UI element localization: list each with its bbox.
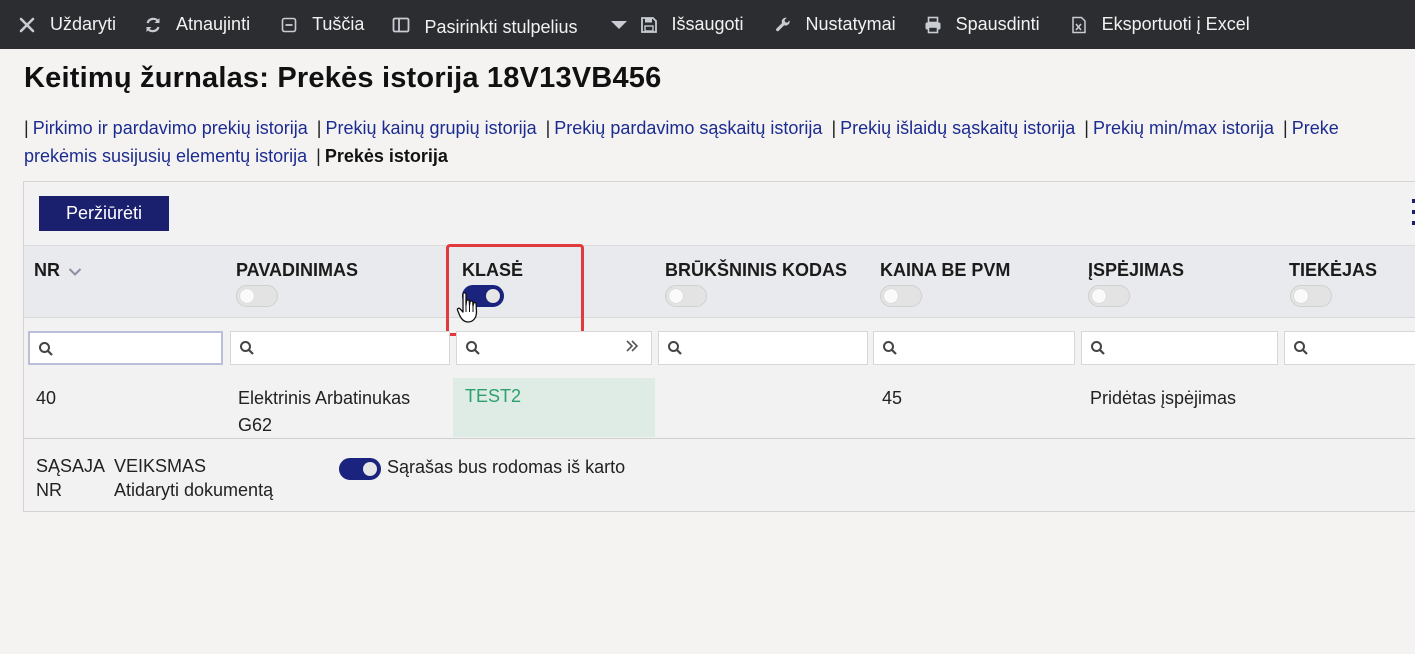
toggle-barcode-column[interactable] <box>665 285 707 307</box>
link-expense-invoice-history[interactable]: Prekių išlaidų sąskaitų istorija <box>840 118 1075 138</box>
column-header-price[interactable]: KAINA BE PVM <box>880 260 1010 281</box>
toggle-price-column[interactable] <box>880 285 922 307</box>
column-header-name[interactable]: PAVADINIMAS <box>236 260 358 281</box>
filter-input-price[interactable] <box>873 331 1075 365</box>
refresh-icon <box>142 14 164 36</box>
view-button[interactable]: Peržiūrėti <box>39 196 169 231</box>
footer-action-label: VEIKSMAS <box>114 456 207 476</box>
columns-icon <box>390 14 412 36</box>
link-separator: | <box>831 118 837 138</box>
table-row[interactable]: 40 Elektrinis Arbatinukas G62 TEST2 45 P… <box>24 377 1415 439</box>
clear-label: Tuščia <box>312 14 365 34</box>
select-columns-label: Pasirinkti stulpelius <box>424 17 578 37</box>
filter-row <box>24 319 1415 375</box>
footer-row: SĄSAJA NR VEIKSMAS Atidaryti dokumentą S… <box>24 440 1415 512</box>
footer-link-label: SĄSAJA NR <box>36 454 105 502</box>
export-excel-button[interactable]: Eksportuoti į Excel <box>1068 0 1250 49</box>
column-header-warning[interactable]: ĮSPĖJIMAS <box>1088 260 1184 281</box>
filter-input-nr[interactable] <box>28 331 223 365</box>
link-separator: | <box>1283 118 1288 138</box>
cell-warning: Pridėtas įspėjimas <box>1090 388 1237 408</box>
footer-action: VEIKSMAS Atidaryti dokumentą <box>114 454 273 502</box>
clear-icon <box>278 14 300 36</box>
save-icon <box>638 14 660 36</box>
columns-dropdown-button[interactable] <box>608 0 638 49</box>
search-icon <box>668 341 682 355</box>
column-header-nr[interactable]: NR <box>34 260 82 281</box>
search-icon <box>39 342 53 356</box>
link-separator: | <box>316 118 322 138</box>
filter-input-class[interactable] <box>456 331 652 365</box>
search-icon <box>1091 341 1105 355</box>
save-label: Išsaugoti <box>671 14 744 34</box>
print-icon <box>922 14 944 36</box>
filter-input-warning[interactable] <box>1081 331 1278 365</box>
link-sales-invoice-history[interactable]: Prekių pardavimo sąskaitų istorija <box>554 118 822 138</box>
link-price-group-history[interactable]: Prekių kainų grupių istorija <box>325 118 536 138</box>
settings-label: Nustatymai <box>805 14 896 34</box>
double-chevron-right-icon[interactable] <box>625 336 639 359</box>
link-related-items-history-cont[interactable]: prekėmis susijusių elementų istorija <box>24 146 307 166</box>
search-icon <box>466 341 480 355</box>
link-current-item-history: Prekės istorija <box>324 146 448 166</box>
link-separator: | <box>24 118 29 138</box>
link-purchase-sales-history[interactable]: Pirkimo ir pardavimo prekių istorija <box>33 118 308 138</box>
footer-link-label-line2: NR <box>36 480 62 500</box>
footer-action-value[interactable]: Atidaryti dokumentą <box>114 478 273 502</box>
toggle-supplier-column[interactable] <box>1290 285 1332 307</box>
print-button[interactable]: Spausdinti <box>922 0 1040 49</box>
column-header-supplier[interactable]: TIEKĖJAS <box>1289 260 1377 281</box>
hand-cursor-icon <box>456 292 478 323</box>
close-button[interactable]: Uždaryti <box>16 0 116 49</box>
link-minmax-history[interactable]: Prekių min/max istorija <box>1093 118 1274 138</box>
cell-class: TEST2 <box>453 378 655 437</box>
filter-input-barcode[interactable] <box>658 331 868 365</box>
close-icon <box>16 14 38 36</box>
history-links: | Pirkimo ir pardavimo prekių istorija | P… <box>24 114 1415 170</box>
toolbar: Uždaryti Atnaujinti Tuščia Pasirinkti st… <box>0 0 1415 49</box>
cell-nr: 40 <box>36 388 57 408</box>
filter-input-name[interactable] <box>230 331 450 365</box>
wrench-icon <box>772 14 794 36</box>
sort-chevron-down-icon[interactable] <box>64 263 82 280</box>
cell-price: 45 <box>882 388 903 408</box>
close-label: Uždaryti <box>50 14 117 34</box>
column-header-row: NR PAVADINIMAS KLASĖ BRŪKŠNINIS KODAS KA… <box>24 245 1415 318</box>
caret-down-icon <box>608 14 630 36</box>
settings-button[interactable]: Nustatymai <box>772 0 896 49</box>
column-label-nr: NR <box>34 260 60 280</box>
toggle-warning-column[interactable] <box>1088 285 1130 307</box>
export-excel-label: Eksportuoti į Excel <box>1101 14 1250 34</box>
clear-button[interactable]: Tuščia <box>278 0 364 49</box>
save-button[interactable]: Išsaugoti <box>638 0 744 49</box>
cell-name-line2: G62 <box>238 415 273 435</box>
refresh-button[interactable]: Atnaujinti <box>142 0 250 49</box>
link-separator: | <box>316 146 321 166</box>
footer-link-label-line1: SĄSAJA <box>36 456 106 476</box>
show-list-immediately-toggle[interactable] <box>339 458 381 480</box>
refresh-label: Atnaujinti <box>176 14 251 34</box>
link-separator: | <box>545 118 551 138</box>
cell-name-line1: Elektrinis Arbatinukas <box>238 388 411 408</box>
toggle-name-column[interactable] <box>236 285 278 307</box>
cell-name: Elektrinis Arbatinukas G62 <box>238 385 410 439</box>
column-header-barcode[interactable]: BRŪKŠNINIS KODAS <box>665 260 847 281</box>
filter-input-supplier[interactable] <box>1284 331 1415 365</box>
search-icon <box>240 341 254 355</box>
search-icon <box>883 341 897 355</box>
link-separator: | <box>1084 118 1089 138</box>
select-columns-button[interactable]: Pasirinkti stulpelius <box>390 0 578 49</box>
link-related-items-history[interactable]: Preke <box>1292 118 1339 138</box>
show-list-immediately-label: Sąrašas bus rodomas iš karto <box>387 457 626 477</box>
history-panel: Peržiūrėti NR PAVADINIMAS KLASĖ BRŪKŠNIN… <box>23 181 1415 512</box>
page-title: Keitimų žurnalas: Prekės istorija 18V13V… <box>24 62 662 94</box>
search-icon <box>1294 341 1308 355</box>
print-label: Spausdinti <box>955 14 1040 34</box>
excel-icon <box>1068 14 1090 36</box>
